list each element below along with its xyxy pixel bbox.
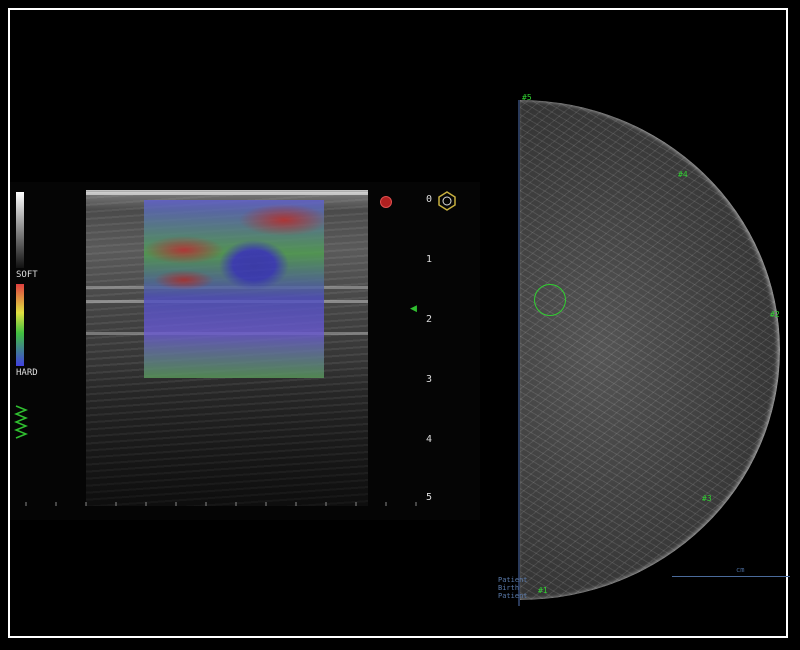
patient-info-line: Birth [498, 584, 520, 592]
ultrasound-image [86, 190, 368, 506]
depth-scale: 0 1 2 3 4 5 [426, 190, 446, 506]
depth-label: 2 [426, 314, 433, 325]
focus-marker-icon: ◀ [410, 304, 417, 314]
breast-tissue [520, 100, 780, 600]
lateral-tick-scale [25, 502, 417, 506]
mammogram-scale-bar [672, 576, 790, 587]
depth-label: 1 [426, 254, 433, 265]
marker-label: #4 [678, 170, 688, 179]
mammogram-image [520, 100, 790, 606]
marker-label: #3 [702, 494, 712, 503]
grayscale-bar [16, 192, 24, 268]
depth-label: 0 [426, 194, 433, 205]
lesion-marker [534, 284, 566, 316]
marker-label: #1 [538, 586, 548, 595]
patient-info: Patient Birth Patient [498, 576, 528, 600]
elasticity-color-bar [16, 284, 24, 366]
marker-label: #5 [522, 93, 532, 102]
patient-info-line: Patient [498, 592, 528, 600]
probe-spring-icon [14, 405, 28, 439]
soft-label: SOFT [16, 270, 38, 280]
depth-label: 3 [426, 374, 433, 385]
elastography-overlay [144, 200, 324, 378]
ultrasound-panel: SOFT HARD ◀ 0 1 2 3 4 5 [10, 182, 480, 520]
mammogram-scale-label: cm [736, 566, 745, 574]
hard-label: HARD [16, 368, 38, 378]
record-indicator-icon [380, 196, 392, 208]
depth-label: 4 [426, 434, 433, 445]
marker-label: #2 [770, 310, 780, 319]
patient-info-line: Patient [498, 576, 528, 584]
